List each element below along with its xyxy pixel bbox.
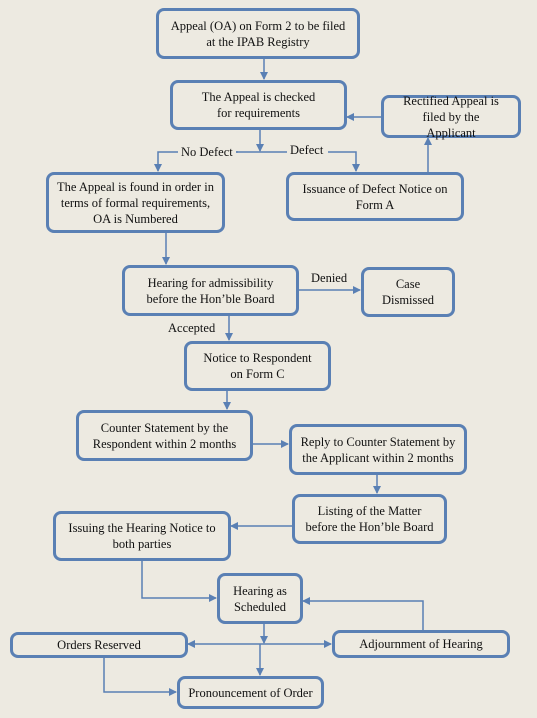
node-text: Listing of the Matter before the Hon’ble… <box>305 504 434 534</box>
arrow-defect <box>328 151 360 172</box>
node-admissibility: Hearing for admissibility before the Hon… <box>122 265 299 316</box>
node-text: Orders Reserved <box>57 638 141 652</box>
node-reply: Reply to Counter Statement by the Applic… <box>289 424 467 475</box>
node-in-order: The Appeal is found in order in terms of… <box>46 172 225 233</box>
arrow-adjournment-to-hearing <box>302 597 424 630</box>
node-text: Hearing as Scheduled <box>233 583 287 614</box>
node-text: Adjournment of Hearing <box>359 637 483 651</box>
node-text: Issuing the Hearing Notice to both parti… <box>68 521 216 551</box>
node-hearing: Hearing as Scheduled <box>217 573 303 624</box>
node-text: Issuance of Defect Notice on Form A <box>302 181 448 212</box>
node-text: Reply to Counter Statement by the Applic… <box>300 434 456 465</box>
node-dismissed: Case Dismissed <box>361 267 455 317</box>
node-reserved: Orders Reserved <box>10 632 188 658</box>
node-appeal-filed: Appeal (OA) on Form 2 to be filed at the… <box>156 8 360 59</box>
node-adjournment: Adjournment of Hearing <box>332 630 510 658</box>
node-text: Pronouncement of Order <box>188 685 313 700</box>
node-issuing: Issuing the Hearing Notice to both parti… <box>53 511 231 561</box>
node-pronouncement: Pronouncement of Order <box>177 676 324 709</box>
node-text: Appeal (OA) on Form 2 to be filed at the… <box>170 18 346 49</box>
label-accepted: Accepted <box>168 321 216 335</box>
node-text: The Appeal is found in order in terms of… <box>57 179 214 226</box>
label-denied: Denied <box>311 271 348 285</box>
node-notice-respondent: Notice to Respondent on Form C <box>184 341 331 391</box>
node-text: Rectified Appeal is filed by the Applica… <box>403 93 499 140</box>
node-text: Counter Statement by the Respondent with… <box>92 420 237 451</box>
node-defect-notice: Issuance of Defect Notice on Form A <box>286 172 464 221</box>
node-counter: Counter Statement by the Respondent with… <box>76 410 253 461</box>
node-text: Hearing for admissibility before the Hon… <box>146 275 275 306</box>
node-rectified: Rectified Appeal is filed by the Applica… <box>381 93 521 140</box>
node-listing: Listing of the Matter before the Hon’ble… <box>292 494 447 544</box>
node-checked: The Appeal is checked for requirements <box>170 80 347 130</box>
node-text: Case Dismissed <box>381 277 435 307</box>
arrow-issuing-to-hearing <box>141 560 217 602</box>
node-text: Notice to Respondent on Form C <box>203 351 312 381</box>
node-text: The Appeal is checked for requirements <box>201 90 316 120</box>
label-defect: Defect <box>287 143 327 157</box>
arrow-reserved-to-pronouncement <box>103 657 177 696</box>
label-no-defect: No Defect <box>178 145 236 159</box>
